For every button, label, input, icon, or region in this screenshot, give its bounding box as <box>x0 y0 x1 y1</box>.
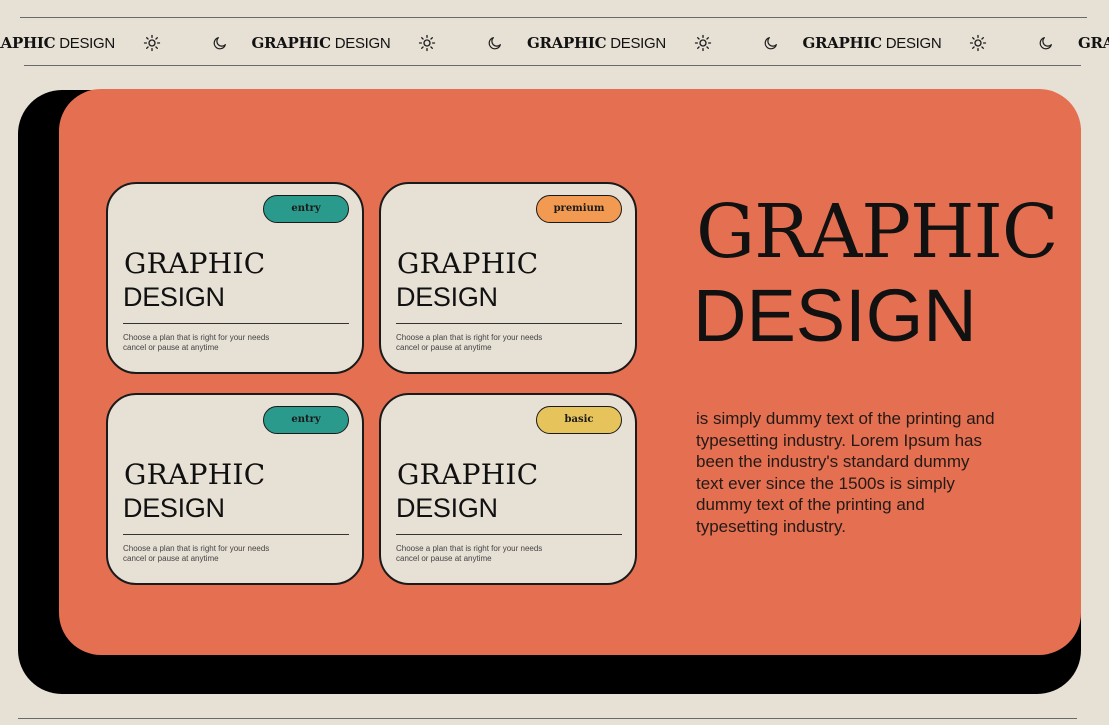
plan-note: Choose a plan that is right for your nee… <box>123 333 323 353</box>
plan-divider <box>396 323 622 324</box>
marquee-bottom-rule <box>24 65 1081 66</box>
hero-body: is simply dummy text of the printing and… <box>696 409 995 536</box>
footer-rule <box>18 718 1077 719</box>
marquee-brand: GRAPHICDESIGN <box>803 34 942 52</box>
marquee-brand-bold: GRAPHIC <box>527 34 607 52</box>
marquee-brand-bold: GRAPHIC <box>1078 34 1109 52</box>
marquee-brand-light: DESIGN <box>59 35 115 52</box>
plan-title: GRAPHIC <box>397 458 539 491</box>
sun-icon[interactable] <box>418 34 436 52</box>
plan-note: Choose a plan that is right for your nee… <box>123 544 323 564</box>
plan-subtitle: DESIGN <box>123 493 225 523</box>
plan-badge[interactable]: entry <box>263 195 349 223</box>
plan-title: GRAPHIC <box>124 458 266 491</box>
plan-title: GRAPHIC <box>124 247 266 280</box>
plan-card[interactable]: basic GRAPHIC DESIGN Choose a plan that … <box>379 393 637 585</box>
marquee-brand-light: DESIGN <box>885 35 942 52</box>
sun-icon[interactable] <box>969 34 987 52</box>
marquee-brand-light: DESIGN <box>334 35 391 52</box>
plan-note: Choose a plan that is right for your nee… <box>396 333 596 353</box>
sun-icon[interactable] <box>694 34 712 52</box>
moon-icon[interactable] <box>487 35 503 51</box>
plan-subtitle: DESIGN <box>396 493 498 523</box>
moon-icon[interactable] <box>212 35 228 51</box>
marquee-item: GRAPHICDESIGN <box>487 34 763 52</box>
plan-subtitle: DESIGN <box>396 282 498 312</box>
sun-icon[interactable] <box>143 34 161 52</box>
marquee-item: GRAPHICDESIGN <box>212 34 488 52</box>
brand-marquee: GRAPHICDESIGNGRAPHICDESIGNGRAPHICDESIGNG… <box>0 22 1109 64</box>
plan-note-line: Choose a plan that is right for your nee… <box>396 333 543 342</box>
plan-card[interactable]: entry GRAPHIC DESIGN Choose a plan that … <box>106 393 364 585</box>
marquee-brand: GRAPHICDESIGN <box>252 34 391 52</box>
plan-note: Choose a plan that is right for your nee… <box>396 544 596 564</box>
plan-badge[interactable]: basic <box>536 406 622 434</box>
marquee-brand: GRAPHICDESIGN <box>0 34 115 52</box>
plan-note-line: Choose a plan that is right for your nee… <box>396 544 543 553</box>
marquee-item: GRAPHICDESIGN <box>763 34 1039 52</box>
marquee-top-rule <box>20 17 1087 18</box>
marquee-item: GRAPHICDESIGN <box>1038 34 1109 52</box>
moon-icon[interactable] <box>763 35 779 51</box>
plan-note-line: cancel or pause at anytime <box>396 343 492 352</box>
marquee-item: GRAPHICDESIGN <box>0 34 212 52</box>
moon-icon[interactable] <box>1038 35 1054 51</box>
plan-divider <box>123 534 349 535</box>
marquee-brand: GRAPHICDESIGN <box>1078 34 1109 52</box>
marquee-brand-bold: GRAPHIC <box>0 34 56 52</box>
hero-title: GRAPHIC <box>696 189 1058 275</box>
marquee-brand-light: DESIGN <box>610 35 666 52</box>
plan-note-line: Choose a plan that is right for your nee… <box>123 333 270 342</box>
plan-badge[interactable]: entry <box>263 406 349 434</box>
plan-divider <box>123 323 349 324</box>
hero-subtitle: DESIGN <box>693 274 977 357</box>
marquee-track: GRAPHICDESIGNGRAPHICDESIGNGRAPHICDESIGNG… <box>0 22 1109 64</box>
plan-badge[interactable]: premium <box>536 195 622 223</box>
marquee-brand-bold: GRAPHIC <box>802 34 883 52</box>
plan-note-line: cancel or pause at anytime <box>123 554 219 563</box>
plan-note-line: Choose a plan that is right for your nee… <box>123 544 270 553</box>
marquee-brand: GRAPHICDESIGN <box>527 34 666 52</box>
marquee-brand-bold: GRAPHIC <box>251 34 332 52</box>
plan-card[interactable]: premium GRAPHIC DESIGN Choose a plan tha… <box>379 182 637 374</box>
plan-note-line: cancel or pause at anytime <box>123 343 219 352</box>
plan-divider <box>396 534 622 535</box>
plan-card[interactable]: entry GRAPHIC DESIGN Choose a plan that … <box>106 182 364 374</box>
plan-title: GRAPHIC <box>397 247 539 280</box>
plan-subtitle: DESIGN <box>123 282 225 312</box>
plan-note-line: cancel or pause at anytime <box>396 554 492 563</box>
